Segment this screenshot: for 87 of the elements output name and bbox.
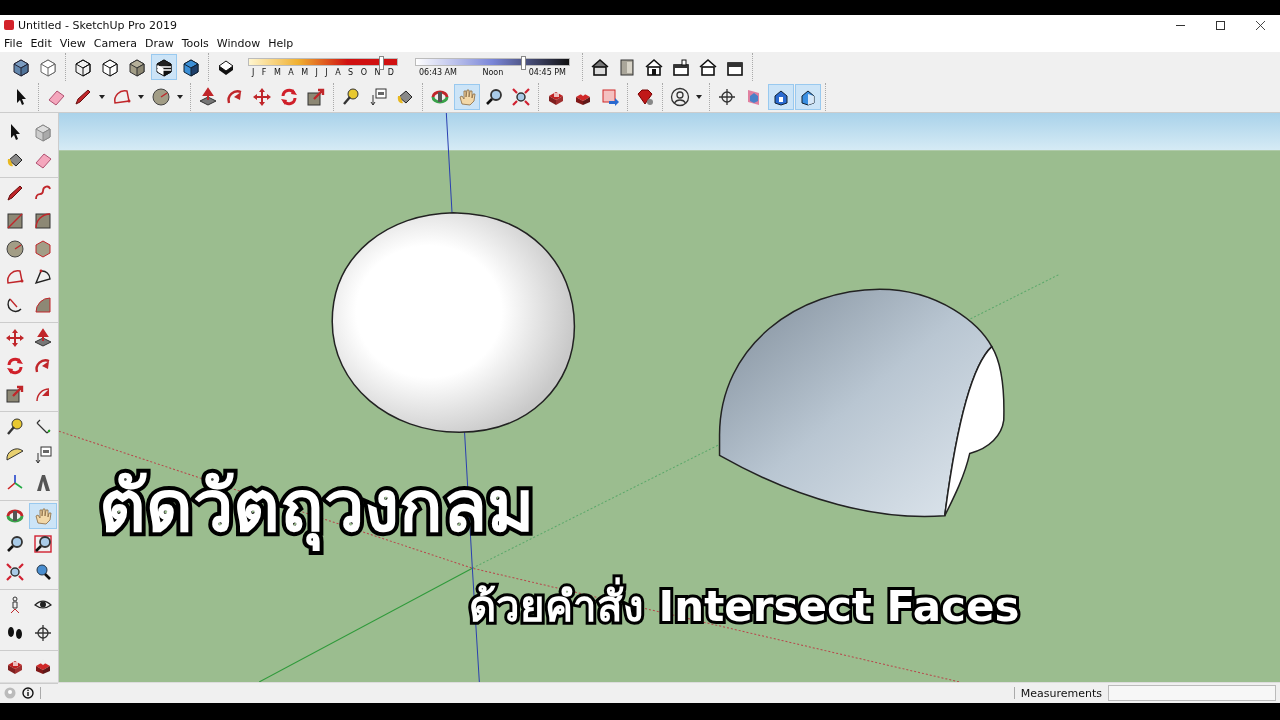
time-label: Noon: [482, 67, 504, 77]
push-pull-icon: [198, 87, 218, 107]
app-logo-icon: [4, 20, 14, 30]
axes-icon: [5, 473, 25, 493]
month-label: D: [387, 67, 394, 77]
house-icon: [698, 57, 718, 77]
move-arrows-icon: [252, 87, 272, 107]
cube-icon: [38, 57, 58, 77]
avatar-icon: [670, 87, 690, 107]
magnifier-icon: [511, 87, 531, 107]
menu-item[interactable]: Tools: [181, 37, 209, 50]
rectangle-icon: [5, 211, 25, 231]
caret-icon[interactable]: [696, 95, 702, 99]
magnifier-icon: [5, 562, 25, 582]
arc-icon: [33, 267, 53, 287]
arc-icon: [112, 87, 132, 107]
hand-icon: [33, 506, 53, 526]
house-icon: [590, 57, 610, 77]
house-icon: [671, 57, 691, 77]
month-label: J: [325, 67, 328, 77]
cube-icon: [11, 57, 31, 77]
gem-icon: [635, 87, 655, 107]
magnifier-icon: [5, 534, 25, 554]
slider-thumb[interactable]: [378, 55, 384, 70]
time-label: 06:43 AM: [419, 67, 457, 77]
rotate-icon: [279, 87, 299, 107]
caret-icon[interactable]: [99, 95, 105, 99]
cube-icon: [33, 122, 53, 142]
door-icon: [617, 57, 637, 77]
pencil-icon: [5, 183, 25, 203]
text-label-icon: [368, 87, 388, 107]
tool-button[interactable]: [151, 54, 177, 80]
tool-button[interactable]: [768, 84, 794, 110]
magnifier-icon: [33, 562, 53, 582]
house-icon: [644, 57, 664, 77]
cube-icon: [154, 57, 174, 77]
measurements-label: Measurements: [1020, 686, 1102, 700]
crosshair-icon: [33, 623, 53, 643]
close-icon: [1255, 20, 1265, 30]
arc-icon: [5, 267, 25, 287]
cube-icon: [127, 57, 147, 77]
caret-icon[interactable]: [138, 95, 144, 99]
crosshair-icon: [717, 87, 737, 107]
text-label-icon: [33, 445, 53, 465]
magnifier-icon: [484, 87, 504, 107]
rectangle-icon: [33, 211, 53, 231]
month-label: A: [335, 67, 341, 77]
move-arrows-icon: [5, 328, 25, 348]
polygon-icon: [33, 239, 53, 259]
measurements-field[interactable]: [1108, 685, 1276, 701]
scale-icon: [306, 87, 326, 107]
scale-icon: [5, 384, 25, 404]
tool-button[interactable]: [795, 84, 821, 110]
share-icon: [600, 87, 620, 107]
circle-icon: [5, 239, 25, 259]
tape-measure-icon: [341, 87, 361, 107]
pencil-icon: [73, 87, 93, 107]
month-label: O: [360, 67, 367, 77]
menu-item[interactable]: View: [59, 37, 86, 50]
pie-icon: [33, 295, 53, 315]
hand-icon: [457, 87, 477, 107]
month-label: A: [288, 67, 294, 77]
month-label: S: [348, 67, 354, 77]
magnifier-icon: [33, 534, 53, 554]
time-label: 04:45 PM: [528, 67, 566, 77]
month-label: J: [315, 67, 318, 77]
slider-thumb[interactable]: [521, 55, 527, 70]
cube-icon: [73, 57, 93, 77]
month-label: F: [261, 67, 267, 77]
circle-icon: [151, 87, 171, 107]
month-label: M: [301, 67, 309, 77]
caret-icon[interactable]: [177, 95, 183, 99]
menu-item[interactable]: Draw: [145, 37, 174, 50]
menu-item[interactable]: Help: [268, 37, 294, 50]
month-label: M: [273, 67, 281, 77]
window-title: Untitled - SketchUp Pro 2019: [18, 18, 178, 32]
menu-item[interactable]: Edit: [30, 37, 52, 50]
info-icon[interactable]: [22, 687, 34, 699]
cube-icon: [100, 57, 120, 77]
rotate-icon: [5, 356, 25, 376]
menu-item[interactable]: File: [4, 37, 23, 50]
month-label: J: [252, 67, 255, 77]
cube-icon: [181, 57, 201, 77]
menu-item[interactable]: Camera: [93, 37, 137, 50]
push-pull-icon: [33, 328, 53, 348]
tape-measure-icon: [5, 417, 25, 437]
menu-item[interactable]: Window: [216, 37, 261, 50]
